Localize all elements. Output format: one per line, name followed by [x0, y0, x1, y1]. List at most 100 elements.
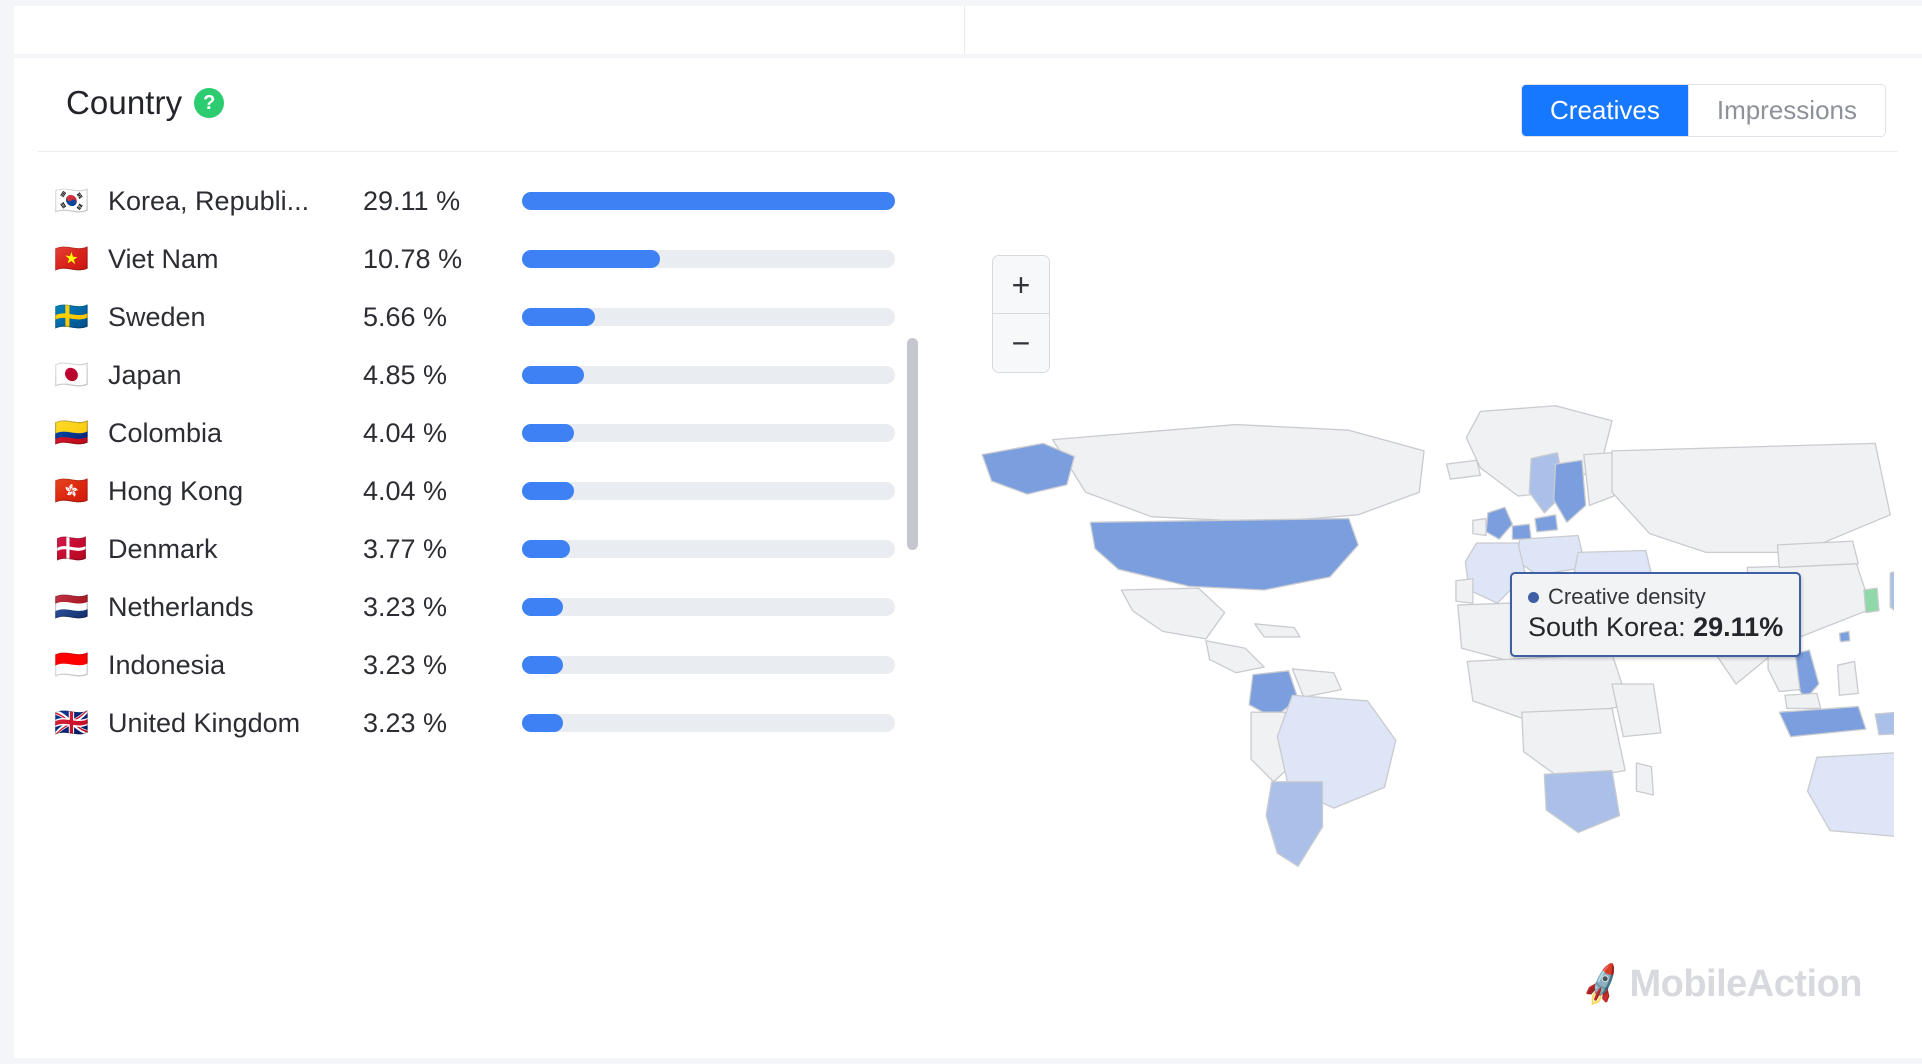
help-question-icon[interactable]: ?: [194, 88, 225, 118]
map-zoom-in-button[interactable]: +: [993, 256, 1049, 314]
country-flag-icon: 🇰🇷: [54, 185, 89, 216]
title-group: Country ?: [66, 84, 225, 122]
map-region-mongolia[interactable]: [1776, 540, 1859, 569]
map-region-argentina-chile[interactable]: [1265, 781, 1324, 868]
map-tooltip: Creative density South Korea: 29.11%: [1510, 572, 1802, 657]
map-region-madagascar[interactable]: [1635, 762, 1655, 796]
bar-track: [522, 424, 895, 442]
map-zoom-out-button[interactable]: −: [993, 314, 1049, 372]
bar-fill: [522, 714, 564, 732]
map-zoom-controls[interactable]: + −: [992, 255, 1050, 373]
country-name: Netherlands: [108, 591, 254, 622]
map-region-new-guinea[interactable]: [1874, 710, 1894, 736]
country-name: Sweden: [108, 301, 206, 332]
map-region-canada[interactable]: [1052, 423, 1425, 523]
country-name: Indonesia: [108, 649, 226, 680]
country-list: 🇰🇷 Korea, Republi... 29.11 % 🇻🇳 Viet Nam 10.7…: [54, 172, 899, 752]
tooltip-value: 29.11%: [1693, 612, 1784, 642]
country-percent: 3.23 %: [363, 591, 448, 622]
country-name: Denmark: [108, 533, 218, 564]
watermark-text: MobileAction: [1629, 963, 1862, 1005]
map-region-southern-africa[interactable]: [1543, 769, 1621, 834]
map-region-russia[interactable]: [1611, 442, 1891, 554]
table-row[interactable]: 🇮🇩 Indonesia 3.23 %: [54, 636, 899, 694]
metric-toggle-group[interactable]: Creatives Impressions: [1521, 84, 1886, 137]
bar-fill: [522, 482, 574, 500]
map-region-cuba[interactable]: [1254, 623, 1301, 638]
table-row[interactable]: 🇯🇵 Japan 4.85 %: [54, 346, 899, 404]
map-region-finland[interactable]: [1583, 452, 1615, 507]
bar-track: [522, 598, 895, 616]
table-row[interactable]: 🇻🇳 Viet Nam 10.78 %: [54, 230, 899, 288]
bar-fill: [522, 308, 595, 326]
bar-track: [522, 250, 895, 268]
map-region-philippines[interactable]: [1836, 660, 1859, 696]
list-scrollbar-thumb[interactable]: [907, 338, 918, 550]
bar-track: [522, 308, 895, 326]
bar-track: [522, 366, 895, 384]
map-region-usa[interactable]: [1089, 517, 1359, 591]
table-row[interactable]: 🇬🇧 United Kingdom 3.23 %: [54, 694, 899, 752]
map-region-malaysia[interactable]: [1784, 692, 1822, 710]
country-name: United Kingdom: [108, 707, 301, 738]
map-region-east-africa[interactable]: [1611, 683, 1662, 738]
bar-track: [522, 192, 895, 210]
table-row[interactable]: 🇳🇱 Netherlands 3.23 %: [54, 578, 899, 636]
map-region-portugal[interactable]: [1455, 578, 1474, 604]
country-percent: 4.04 %: [363, 417, 448, 448]
bar-track: [522, 714, 895, 732]
table-row[interactable]: 🇨🇴 Colombia 4.04 %: [54, 404, 899, 462]
country-percent: 5.66 %: [363, 301, 448, 332]
map-region-central-america[interactable]: [1205, 640, 1265, 674]
country-name: Colombia: [108, 417, 223, 448]
map-region-south-korea[interactable]: [1863, 587, 1880, 614]
table-row[interactable]: 🇰🇷 Korea, Republi... 29.11 %: [54, 172, 899, 230]
map-region-iceland[interactable]: [1445, 459, 1482, 480]
table-row[interactable]: 🇸🇪 Sweden 5.66 %: [54, 288, 899, 346]
country-percent: 3.23 %: [363, 649, 448, 680]
card-body: 🇰🇷 Korea, Republi... 29.11 % 🇻🇳 Viet Nam 10.7…: [14, 152, 1922, 1058]
bar-fill: [522, 598, 564, 616]
table-row[interactable]: 🇭🇰 Hong Kong 4.04 %: [54, 462, 899, 520]
bar-track: [522, 656, 895, 674]
map-region-japan[interactable]: [1889, 567, 1894, 618]
bar-fill: [522, 366, 585, 384]
map-region-indonesia[interactable]: [1778, 705, 1867, 738]
top-panel-strip: [14, 6, 1922, 54]
country-flag-icon: 🇳🇱: [54, 591, 89, 622]
country-percent: 4.04 %: [363, 475, 448, 506]
rocket-icon: 🚀: [1577, 960, 1627, 1009]
table-row[interactable]: 🇩🇰 Denmark 3.77 %: [54, 520, 899, 578]
country-breakdown-card: Country ? Creatives Impressions 🇰🇷 Korea,…: [14, 58, 1922, 1058]
country-name: Japan: [108, 359, 182, 390]
map-region-australia[interactable]: [1806, 752, 1894, 837]
country-flag-icon: 🇮🇩: [54, 649, 89, 680]
tooltip-country-label: South Korea:: [1528, 612, 1694, 642]
list-scrollbar[interactable]: [907, 338, 918, 768]
map-region-sweden[interactable]: [1553, 459, 1587, 523]
country-flag-icon: 🇨🇴: [54, 417, 89, 448]
bar-fill: [522, 656, 564, 674]
map-panel: + − Creative density South Korea: 29.11%…: [944, 152, 1922, 1058]
map-region-uk[interactable]: [1485, 506, 1514, 540]
country-percent: 10.78 %: [363, 243, 463, 274]
country-percent: 3.23 %: [363, 707, 448, 738]
tab-creatives[interactable]: Creatives: [1522, 85, 1688, 136]
map-region-netherlands[interactable]: [1511, 523, 1532, 540]
country-percent: 29.11 %: [363, 185, 461, 216]
map-region-denmark[interactable]: [1534, 514, 1559, 533]
map-region-hong-kong[interactable]: [1838, 630, 1851, 643]
map-region-alaska[interactable]: [981, 442, 1075, 495]
country-name: Viet Nam: [108, 243, 219, 274]
country-percent: 4.85 %: [363, 359, 448, 390]
tooltip-series-dot-icon: [1528, 591, 1539, 603]
map-region-ireland[interactable]: [1472, 517, 1487, 537]
bar-track: [522, 540, 895, 558]
map-region-venezuela[interactable]: [1291, 668, 1342, 698]
tab-impressions[interactable]: Impressions: [1688, 85, 1885, 136]
map-region-mexico[interactable]: [1120, 587, 1226, 640]
mobileaction-watermark: 🚀 MobileAction: [1577, 961, 1862, 1008]
country-flag-icon: 🇭🇰: [54, 475, 89, 506]
bar-fill: [522, 424, 574, 442]
top-panel-left: [14, 6, 965, 54]
